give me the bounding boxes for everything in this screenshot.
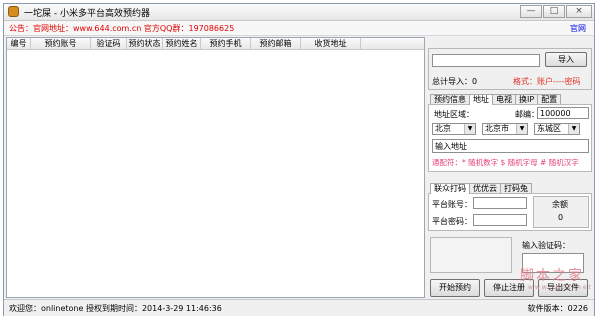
dropdown-arrow-icon: ▼ bbox=[464, 124, 475, 134]
balance-value: 0 bbox=[558, 213, 564, 222]
column-header-account[interactable]: 预约账号 bbox=[31, 38, 91, 49]
balance-box: 余额 0 bbox=[533, 196, 589, 228]
account-table[interactable]: 编号 预约账号 验证码 预约状态 预约姓名 预约手机 预约邮箱 收货地址 bbox=[6, 37, 425, 298]
wildcard-hint: 通配符：* 随机数字 $ 随机字母 # 随机汉字 bbox=[432, 158, 579, 167]
table-header: 编号 预约账号 验证码 预约状态 预约姓名 预约手机 预约邮箱 收货地址 bbox=[7, 38, 424, 50]
region-label: 地址区域： bbox=[434, 110, 474, 119]
app-icon bbox=[8, 6, 19, 17]
platform-password-input[interactable] bbox=[473, 214, 527, 226]
app-window: 一坨屎 - 小米多平台高效预约器 — □ × 公告：官网地址：www.644.c… bbox=[3, 3, 595, 316]
close-button[interactable]: × bbox=[566, 5, 592, 18]
balance-label: 余额 bbox=[552, 200, 568, 209]
import-group: 导入 总计导入：0 格式：账户----密码 bbox=[428, 48, 592, 90]
import-format-label: 格式：账户----密码 bbox=[513, 77, 581, 86]
watermark: 脚本之家 bbox=[520, 268, 584, 284]
column-header-id[interactable]: 编号 bbox=[7, 38, 31, 49]
province-value: 北京 bbox=[435, 124, 451, 133]
import-button[interactable]: 导入 bbox=[545, 52, 587, 67]
notice-text: 公告：官网地址：www.644.com.cn 官方QQ群：197086625 bbox=[9, 24, 235, 33]
version-status: 软件版本：0226 bbox=[527, 304, 588, 313]
province-select[interactable]: 北京 ▼ bbox=[432, 123, 476, 135]
city-value: 北京市 bbox=[485, 124, 509, 133]
welcome-status: 欢迎您：onlinetone 授权到期时间：2014-3-29 11:46:36 bbox=[9, 304, 222, 313]
address-input[interactable] bbox=[432, 139, 589, 153]
platform-account-input[interactable] bbox=[473, 197, 527, 209]
column-header-name[interactable]: 预约姓名 bbox=[163, 38, 201, 49]
status-bar: 欢迎您：onlinetone 授权到期时间：2014-3-29 11:46:36… bbox=[4, 299, 594, 316]
total-import-label: 总计导入：0 bbox=[432, 77, 478, 86]
address-panel: 地址区域： 邮编： 北京 ▼ 北京市 ▼ 东城区 ▼ 通配符：* 随机数字 $ … bbox=[428, 104, 592, 172]
notice-bar: 公告：官网地址：www.644.com.cn 官方QQ群：197086625 官… bbox=[4, 21, 594, 36]
platform-password-label: 平台密码： bbox=[432, 217, 472, 226]
city-select[interactable]: 北京市 ▼ bbox=[482, 123, 528, 135]
column-header-status[interactable]: 预约状态 bbox=[127, 38, 163, 49]
watermark-url: www.jb51.net bbox=[528, 284, 593, 291]
tab-address[interactable]: 地址 bbox=[469, 94, 493, 105]
maximize-button[interactable]: □ bbox=[543, 5, 565, 18]
captcha-image bbox=[430, 237, 512, 273]
column-header-phone[interactable]: 预约手机 bbox=[201, 38, 251, 49]
window-title: 一坨屎 - 小米多平台高效预约器 bbox=[24, 9, 150, 19]
start-button[interactable]: 开始预约 bbox=[430, 279, 480, 297]
column-header-address[interactable]: 收货地址 bbox=[301, 38, 361, 49]
captcha-account-panel: 平台账号： 平台密码： 余额 0 bbox=[428, 193, 592, 231]
district-select[interactable]: 东城区 ▼ bbox=[534, 123, 580, 135]
dropdown-arrow-icon: ▼ bbox=[516, 124, 527, 134]
import-path-input[interactable] bbox=[432, 54, 540, 67]
column-header-captcha[interactable]: 验证码 bbox=[91, 38, 127, 49]
column-header-email[interactable]: 预约邮箱 bbox=[251, 38, 301, 49]
district-value: 东城区 bbox=[537, 124, 561, 133]
window-controls: — □ × bbox=[520, 5, 592, 18]
dropdown-arrow-icon: ▼ bbox=[568, 124, 579, 134]
website-link[interactable]: 官网 bbox=[570, 23, 586, 34]
captcha-input-label: 输入验证码： bbox=[522, 241, 570, 250]
title-bar[interactable]: 一坨屎 - 小米多平台高效预约器 — □ × bbox=[4, 4, 594, 21]
zip-label: 邮编： bbox=[515, 110, 539, 119]
tab-lianzhong[interactable]: 联众打码 bbox=[430, 183, 470, 194]
zip-input[interactable] bbox=[537, 107, 589, 119]
minimize-button[interactable]: — bbox=[520, 5, 542, 18]
platform-account-label: 平台账号： bbox=[432, 200, 472, 209]
